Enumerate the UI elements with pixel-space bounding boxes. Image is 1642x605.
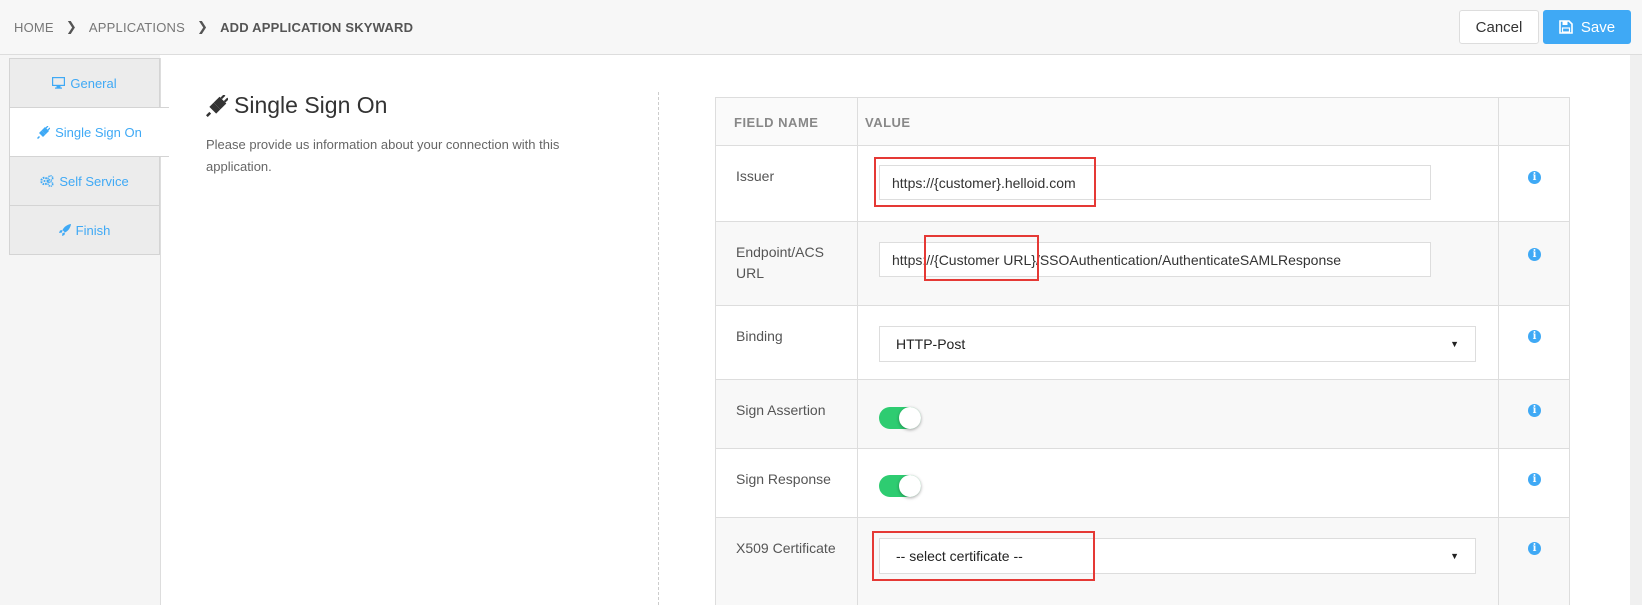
save-button[interactable]: Save — [1543, 10, 1631, 44]
sign-response-label: Sign Response — [736, 471, 831, 487]
settings-table: FIELD NAME VALUE Issuer https://{custome… — [715, 97, 1570, 605]
sidebar-item-general[interactable]: General — [9, 58, 160, 108]
section-description: Please provide us information about your… — [206, 137, 560, 174]
toggle-knob — [899, 407, 921, 429]
rocket-icon — [58, 224, 71, 236]
info-icon[interactable]: i — [1528, 404, 1541, 417]
info-icon[interactable]: i — [1528, 542, 1541, 555]
header-field-name: FIELD NAME — [734, 115, 819, 130]
info-icon[interactable]: i — [1528, 248, 1541, 261]
sidebar-item-finish[interactable]: Finish — [9, 205, 160, 255]
endpoint-label: Endpoint/ACS URL — [736, 244, 824, 281]
table-row-sign-response: Sign Response i — [716, 449, 1569, 518]
info-icon[interactable]: i — [1528, 330, 1541, 343]
column-divider — [857, 98, 858, 605]
binding-label: Binding — [736, 328, 783, 344]
column-divider — [1498, 98, 1499, 605]
sign-assertion-label: Sign Assertion — [736, 402, 826, 418]
sign-response-toggle[interactable] — [879, 475, 921, 497]
toggle-knob — [899, 475, 921, 497]
table-row-sign-assertion: Sign Assertion i — [716, 380, 1569, 449]
plug-icon — [206, 94, 228, 117]
caret-down-icon: ▼ — [1450, 551, 1459, 561]
highlight-box-customer-url — [924, 235, 1039, 281]
sidebar: General Single Sign On Self Service Fini… — [9, 58, 169, 605]
binding-selected-value: HTTP-Post — [896, 336, 966, 352]
save-icon — [1559, 20, 1573, 34]
highlight-box-certificate — [872, 531, 1095, 581]
scrollbar[interactable] — [1630, 55, 1642, 605]
binding-select[interactable]: HTTP-Post ▼ — [879, 326, 1476, 362]
info-icon[interactable]: i — [1528, 473, 1541, 486]
sidebar-item-label: General — [70, 75, 117, 91]
breadcrumb-current: ADD APPLICATION SKYWARD — [220, 19, 414, 35]
sidebar-item-self-service[interactable]: Self Service — [9, 156, 160, 206]
sidebar-item-label: Self Service — [59, 173, 129, 189]
sidebar-item-label: Single Sign On — [55, 124, 142, 140]
breadcrumb-applications[interactable]: APPLICATIONS — [89, 20, 185, 35]
chevron-right-icon: ❯ — [65, 19, 77, 34]
plug-icon — [37, 125, 51, 139]
breadcrumb-home[interactable]: HOME — [14, 20, 54, 35]
sidebar-item-label: Finish — [75, 222, 111, 238]
x509-label: X509 Certificate — [736, 540, 836, 556]
gears-icon — [40, 175, 54, 187]
sign-assertion-toggle[interactable] — [879, 407, 921, 429]
caret-down-icon: ▼ — [1450, 339, 1459, 349]
save-button-label: Save — [1580, 18, 1616, 36]
table-row-issuer: Issuer https://{customer}.helloid.com i — [716, 145, 1569, 222]
monitor-icon — [52, 77, 66, 89]
header-value: VALUE — [865, 115, 911, 130]
section-title: Single Sign On — [206, 92, 387, 119]
table-row-endpoint: Endpoint/ACS URL https://{Customer URL}/… — [716, 222, 1569, 306]
table-row-binding: Binding HTTP-Post ▼ i — [716, 306, 1569, 380]
highlight-box-issuer — [874, 157, 1096, 207]
section-title-text: Single Sign On — [234, 92, 388, 118]
table-header: FIELD NAME VALUE — [716, 98, 1569, 146]
breadcrumb: HOME ❯ APPLICATIONS ❯ ADD APPLICATION SK… — [14, 19, 413, 35]
issuer-label: Issuer — [736, 168, 775, 184]
sidebar-item-single-sign-on[interactable]: Single Sign On — [9, 107, 169, 157]
info-icon[interactable]: i — [1528, 171, 1541, 184]
cancel-button[interactable]: Cancel — [1459, 10, 1539, 44]
column-divider — [658, 92, 659, 605]
table-row-x509: X509 Certificate -- select certificate -… — [716, 518, 1569, 605]
chevron-right-icon: ❯ — [196, 19, 209, 34]
top-bar: HOME ❯ APPLICATIONS ❯ ADD APPLICATION SK… — [0, 0, 1642, 55]
